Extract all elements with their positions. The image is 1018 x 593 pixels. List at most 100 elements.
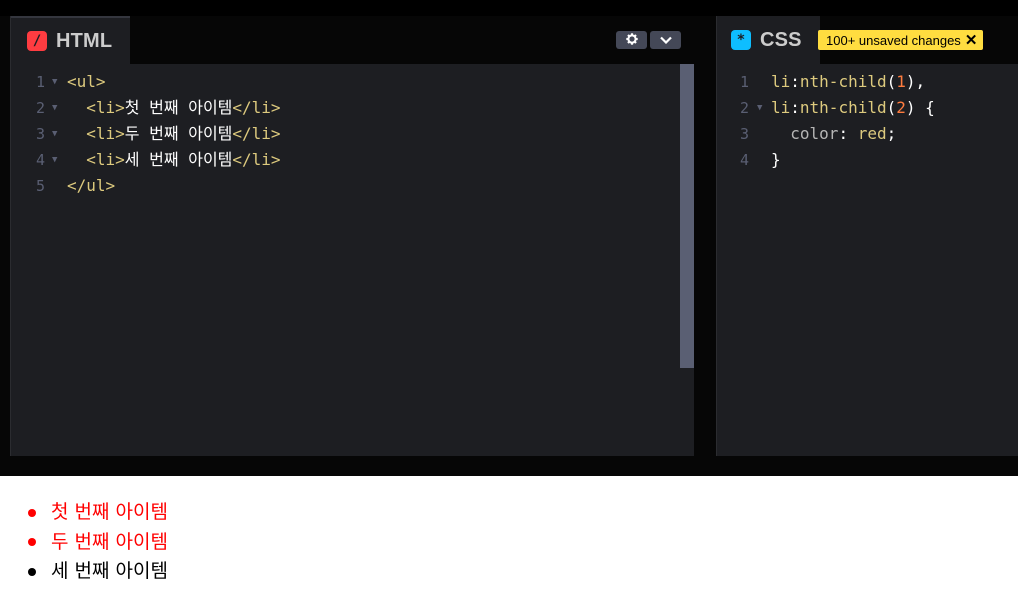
code-token: 두 번째 아이템 xyxy=(124,124,233,143)
list-item: 첫 번째 아이템 xyxy=(28,498,168,528)
bullet-icon xyxy=(28,538,36,547)
html-tab-title: HTML xyxy=(56,29,113,52)
code-token: </li> xyxy=(232,98,281,117)
code-token: 세 번째 아이템 xyxy=(124,150,233,169)
css-code-editor[interactable]: 1 li:nth-child(1), 2 ▼ li:nth-child(2) {3 co… xyxy=(717,69,1018,456)
code-line[interactable]: 1 ▼ <ul> xyxy=(11,69,695,95)
css-editor-panel: * CSS 100+ unsaved changes ✕ 1 li:nth-chi… xyxy=(716,16,1018,456)
code-token: color xyxy=(790,124,839,143)
unsaved-changes-text: 100+ unsaved changes xyxy=(826,32,961,48)
fold-arrow-icon[interactable]: ▼ xyxy=(757,95,762,121)
line-number: 4 xyxy=(739,151,749,169)
css-tab-title: CSS xyxy=(760,28,802,51)
bullet-icon xyxy=(28,567,36,576)
code-line[interactable]: 3 ▼ <li>두 번째 아이템</li> xyxy=(11,121,695,147)
code-token: red xyxy=(857,124,887,143)
code-line[interactable]: 2 ▼ <li>첫 번째 아이템</li> xyxy=(11,95,695,121)
code-token: ; xyxy=(886,124,897,143)
code-line[interactable]: 1 li:nth-child(1), xyxy=(717,69,1018,95)
code-line[interactable]: 4 ▼ <li>세 번째 아이템</li> xyxy=(11,147,695,173)
html-tab[interactable]: / HTML xyxy=(11,16,131,64)
code-text: li:nth-child(2) { xyxy=(771,95,935,121)
html-slash-icon: / xyxy=(27,31,47,51)
code-token: <ul> xyxy=(67,72,106,91)
code-token: <li> xyxy=(86,150,125,169)
preview-list: 첫 번째 아이템두 번째 아이템세 번째 아이템 xyxy=(28,498,168,587)
list-item: 세 번째 아이템 xyxy=(28,557,168,587)
code-token: } xyxy=(771,150,781,169)
css-asterisk-icon: * xyxy=(731,30,751,50)
css-tab[interactable]: * CSS xyxy=(717,16,820,64)
code-text: color: red; xyxy=(771,121,896,147)
code-token: : xyxy=(790,98,800,117)
fold-arrow-icon[interactable]: ▼ xyxy=(52,121,57,147)
code-text: </ul> xyxy=(67,173,115,199)
code-token: ), xyxy=(905,72,926,91)
close-icon[interactable]: ✕ xyxy=(965,33,978,48)
code-text: <ul> xyxy=(67,69,106,95)
result-preview: 첫 번째 아이템두 번째 아이템세 번째 아이템 xyxy=(0,476,1018,593)
code-text: <li>두 번째 아이템</li> xyxy=(67,121,281,147)
line-number: 5 xyxy=(35,177,45,195)
chevron-down-icon xyxy=(659,34,672,46)
html-editor-scrollbar[interactable] xyxy=(680,64,694,368)
code-line[interactable]: 2 ▼ li:nth-child(2) { xyxy=(717,95,1018,121)
code-token: ( xyxy=(886,98,897,117)
fold-arrow-icon[interactable]: ▼ xyxy=(52,147,57,173)
html-code-editor[interactable]: 1 ▼ <ul> 2 ▼ <li>첫 번째 아이템</li> 3 ▼ <li>두 번째 아이… xyxy=(11,69,695,456)
preview-resizer[interactable] xyxy=(0,456,1018,476)
html-editor-panel: / HTML 1 ▼ <ul> 2 ▼ <li>첫 번째 아이템</li> 3 … xyxy=(10,16,695,456)
editors-area: / HTML 1 ▼ <ul> 2 ▼ <li>첫 번째 아이템</li> 3 … xyxy=(0,16,1018,456)
line-number: 3 xyxy=(739,125,749,143)
code-token: </li> xyxy=(232,124,281,143)
top-bar xyxy=(0,0,1018,16)
list-item-label: 세 번째 아이템 xyxy=(51,560,168,582)
line-number: 4 xyxy=(35,151,45,169)
code-text: <li>첫 번째 아이템</li> xyxy=(67,95,281,121)
panel-divider[interactable] xyxy=(694,16,716,456)
code-token: 첫 번째 아이템 xyxy=(124,98,233,117)
fold-arrow-icon[interactable]: ▼ xyxy=(52,69,57,95)
code-token: </ul> xyxy=(67,176,116,195)
gear-icon xyxy=(625,33,638,47)
code-token: ) { xyxy=(905,98,935,117)
code-text: li:nth-child(1), xyxy=(771,69,925,95)
code-text: <li>세 번째 아이템</li> xyxy=(67,147,281,173)
css-panel-header: * CSS 100+ unsaved changes ✕ xyxy=(717,16,1018,64)
bullet-icon xyxy=(28,508,36,517)
code-token: li xyxy=(771,98,791,117)
code-token: : xyxy=(790,72,800,91)
line-number: 2 xyxy=(35,99,45,117)
html-panel-header: / HTML xyxy=(11,16,695,64)
unsaved-changes-badge[interactable]: 100+ unsaved changes ✕ xyxy=(818,30,984,50)
line-number: 1 xyxy=(739,73,749,91)
list-item-label: 두 번째 아이템 xyxy=(51,530,168,553)
code-token: nth-child xyxy=(799,72,887,91)
code-line[interactable]: 3 color: red; xyxy=(717,121,1018,147)
line-number: 1 xyxy=(35,73,45,91)
code-line[interactable]: 5 </ul> xyxy=(11,173,695,199)
list-item-label: 첫 번째 아이템 xyxy=(51,501,168,523)
code-token: </li> xyxy=(232,150,281,169)
list-item: 두 번째 아이템 xyxy=(28,528,168,558)
code-token: 1 xyxy=(896,72,906,91)
code-token: li xyxy=(771,72,791,91)
collapse-button[interactable] xyxy=(650,31,681,49)
code-text: } xyxy=(771,147,781,173)
code-token: ( xyxy=(886,72,897,91)
code-token: : xyxy=(838,124,858,143)
code-token: <li> xyxy=(86,124,125,143)
code-token: 2 xyxy=(896,98,906,117)
html-panel-buttons xyxy=(616,31,681,49)
line-number: 2 xyxy=(739,99,749,117)
line-number: 3 xyxy=(35,125,45,143)
code-token: nth-child xyxy=(799,98,887,117)
fold-arrow-icon[interactable]: ▼ xyxy=(52,95,57,121)
settings-button[interactable] xyxy=(616,31,647,49)
code-line[interactable]: 4} xyxy=(717,147,1018,173)
code-token: <li> xyxy=(86,98,125,117)
